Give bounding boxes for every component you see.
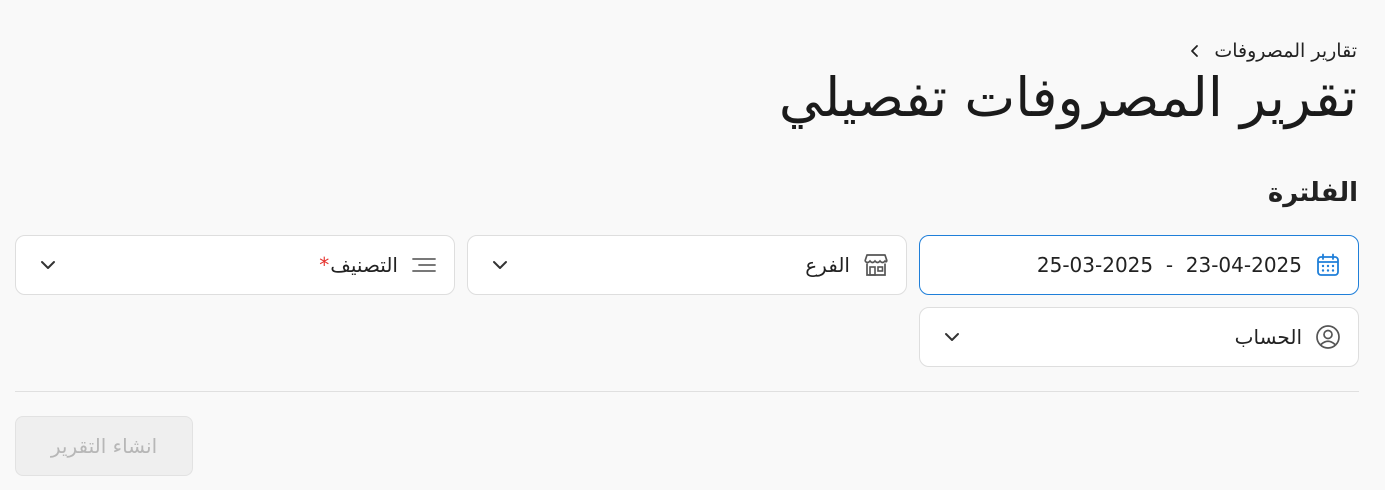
account-label: الحساب <box>1234 325 1302 349</box>
filter-lines-icon <box>410 251 438 279</box>
date-range-picker[interactable]: 25-03-2025 - 23-04-2025 <box>919 235 1359 295</box>
branch-label: الفرع <box>805 253 850 277</box>
chevron-down-icon <box>942 327 962 347</box>
page-title: تقرير المصروفات تفصيلي <box>778 66 1357 129</box>
branch-select[interactable]: الفرع <box>467 235 907 295</box>
calendar-icon <box>1314 251 1342 279</box>
date-range-value: 25-03-2025 - 23-04-2025 <box>1036 253 1302 277</box>
breadcrumb-link[interactable]: تقارير المصروفات <box>1214 40 1357 62</box>
classification-select[interactable]: التصنيف * <box>15 235 455 295</box>
report-page: تقارير المصروفات تقرير المصروفات تفصيلي … <box>0 0 1385 490</box>
divider <box>15 391 1359 392</box>
chevron-left-icon <box>1188 44 1202 58</box>
account-select[interactable]: الحساب <box>919 307 1359 367</box>
breadcrumb[interactable]: تقارير المصروفات <box>1188 40 1357 62</box>
chevron-down-icon <box>38 255 58 275</box>
user-circle-icon <box>1314 323 1342 351</box>
generate-report-button[interactable]: انشاء التقرير <box>15 416 193 476</box>
classification-label: التصنيف <box>330 253 398 277</box>
filter-section-title: الفلترة <box>1267 178 1358 208</box>
chevron-down-icon <box>490 255 510 275</box>
store-icon <box>862 251 890 279</box>
required-mark: * <box>319 253 330 277</box>
